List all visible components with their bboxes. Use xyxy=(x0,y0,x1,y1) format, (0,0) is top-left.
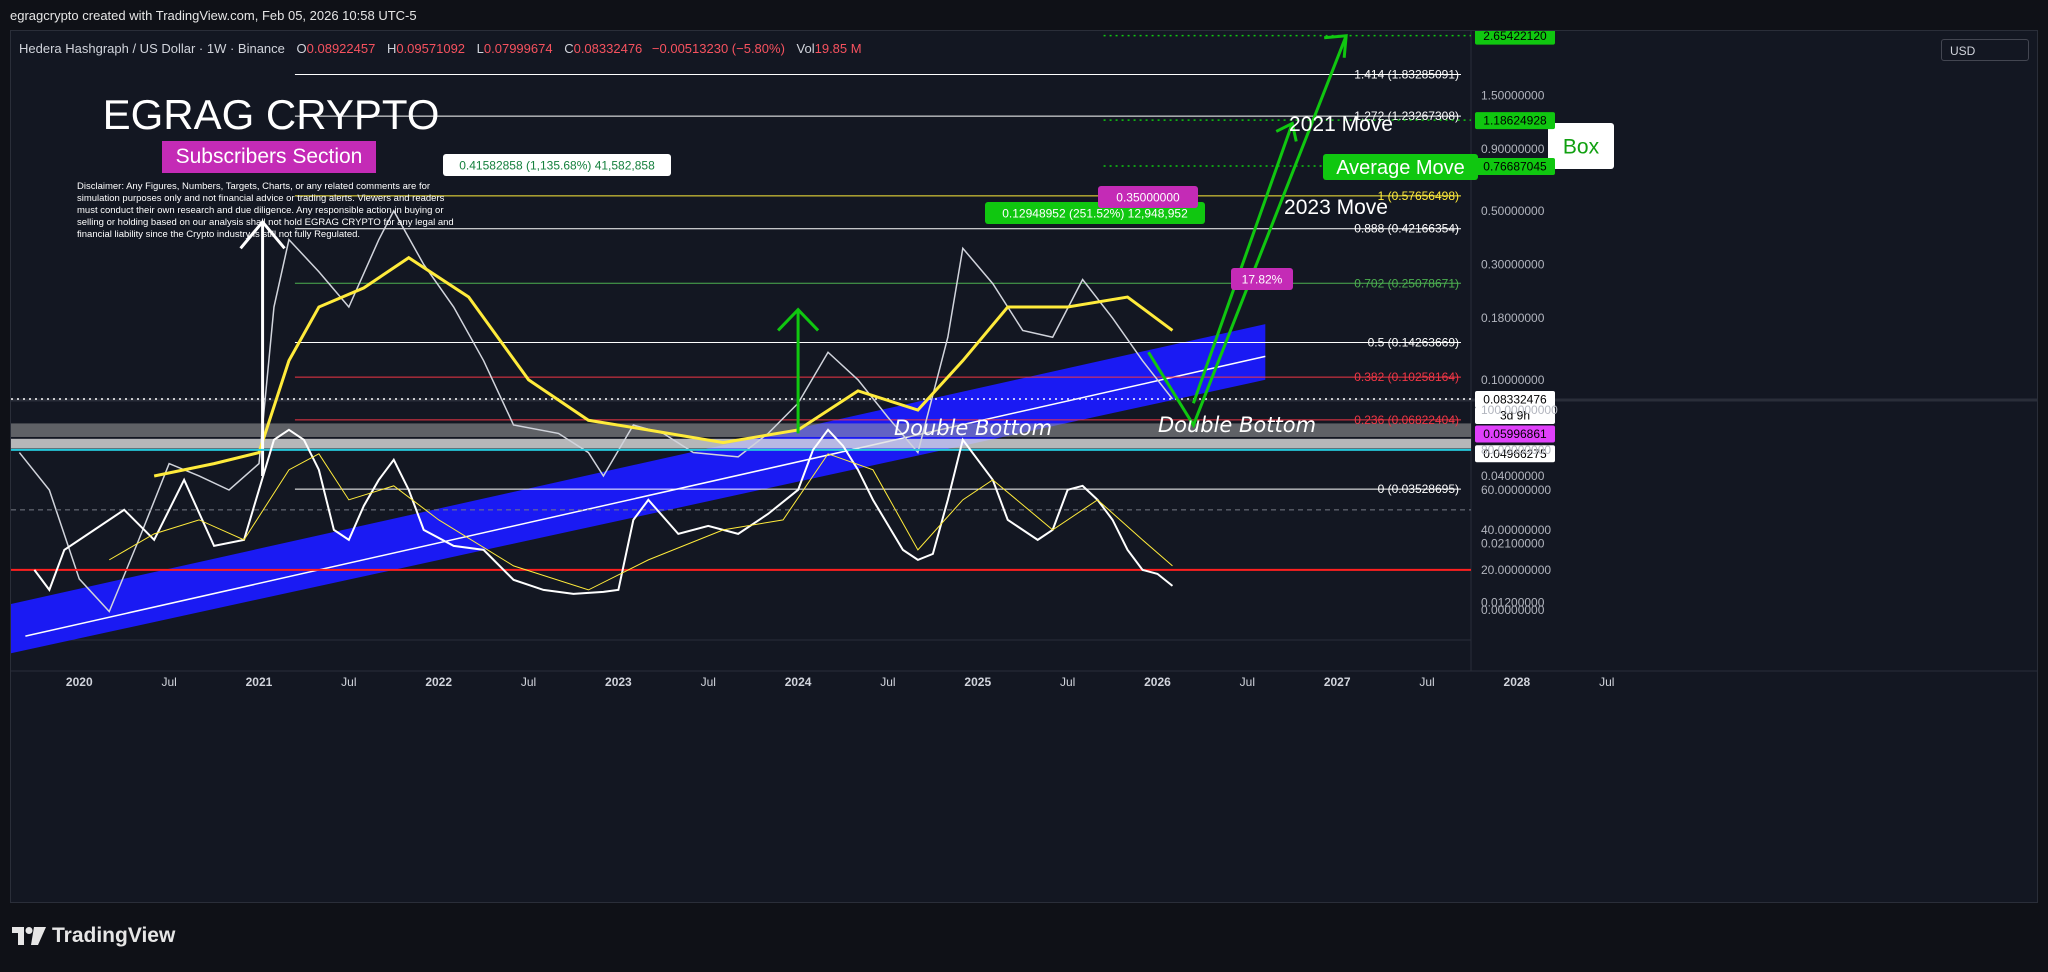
time-axis-tick: 2021 xyxy=(246,675,273,689)
measure-label-2021: 0.41582858 (1,135.68%) 41,582,858 xyxy=(459,158,655,172)
fib-level-label: 0.5 (0.14263669) xyxy=(1368,336,1459,350)
time-axis-tick: 2020 xyxy=(66,675,93,689)
price-axis-label: 1.18624928 xyxy=(1483,114,1547,128)
price-axis-tick: 0.50000000 xyxy=(1481,204,1545,218)
change-value: −0.00513230 (−5.80%) xyxy=(651,41,785,56)
low-label: L xyxy=(476,41,484,56)
price-axis-tick: 0.90000000 xyxy=(1481,142,1545,156)
annotation-double-bottom-1: Double Bottom xyxy=(894,416,1052,440)
time-axis-tick: Jul xyxy=(1240,675,1255,689)
price-axis-label: 0.76687045 xyxy=(1483,159,1547,173)
time-axis-tick: Jul xyxy=(880,675,895,689)
time-axis-tick: Jul xyxy=(1419,675,1434,689)
time-axis-tick: Jul xyxy=(1599,675,1614,689)
fib-level-label: 0.888 (0.42166354) xyxy=(1354,222,1459,236)
brand-title: EGRAG CRYPTO xyxy=(102,91,440,138)
symbol-label[interactable]: Hedera Hashgraph / US Dollar · 1W · Bina… xyxy=(19,41,285,56)
fib-level-label: 0.236 (0.06822404) xyxy=(1354,413,1459,427)
time-axis-tick: Jul xyxy=(1060,675,1075,689)
annotation-box: Box xyxy=(1563,136,1600,159)
time-axis-tick: 2023 xyxy=(605,675,632,689)
fib-level-label: 1 (0.57656498) xyxy=(1378,189,1459,203)
time-axis-tick: 2028 xyxy=(1504,675,1531,689)
high-value: 0.09571092 xyxy=(396,41,466,56)
volume-value: 19.85 M xyxy=(814,41,862,56)
price-axis-label: 0.05996861 xyxy=(1483,427,1547,441)
price-axis-label: 2.65422120 xyxy=(1483,31,1547,43)
annotation-average-move: Average Move xyxy=(1336,157,1465,179)
annotation-2023-move: 2023 Move xyxy=(1284,196,1388,219)
fib-level-label: 0.382 (0.10258164) xyxy=(1354,370,1459,384)
price-axis-tick: 0.18000000 xyxy=(1481,311,1545,325)
disclaimer-text: Disclaimer: Any Figures, Numbers, Target… xyxy=(77,181,454,240)
annotation-2021-move: 2021 Move xyxy=(1289,113,1393,136)
price-axis-tick: 0.30000000 xyxy=(1481,257,1545,271)
volume-label: Vol xyxy=(796,41,815,56)
price-axis-tick: 0.02100000 xyxy=(1481,537,1545,551)
open-value: 0.08922457 xyxy=(306,41,376,56)
rsi-axis-tick: 0.00000000 xyxy=(1481,603,1545,617)
tradingview-logo[interactable]: TradingView xyxy=(12,924,175,948)
time-axis-tick: Jul xyxy=(701,675,716,689)
measure-label-2024: 0.12948952 (251.52%) 12,948,952 xyxy=(1002,206,1188,220)
low-value: 0.07999674 xyxy=(483,41,553,56)
rsi-axis-tick: 40.00000000 xyxy=(1481,523,1551,537)
close-label: C xyxy=(564,41,574,56)
price-axis-tick: 1.50000000 xyxy=(1481,89,1545,103)
tradingview-logo-text: TradingView xyxy=(52,924,176,947)
measure-label-peak: 0.35000000 xyxy=(1116,190,1180,204)
time-axis-tick: 2026 xyxy=(1144,675,1171,689)
rsi-axis-tick: 60.00000000 xyxy=(1481,483,1551,497)
rsi-axis-tick: 100.00000000 xyxy=(1481,403,1558,417)
fib-level-label: 0.702 (0.25078671) xyxy=(1354,276,1459,290)
rsi-axis-tick: 20.00000000 xyxy=(1481,563,1551,577)
chart-header: Hedera Hashgraph / US Dollar · 1W · Bina… xyxy=(19,41,862,56)
support-channel xyxy=(11,324,1266,654)
time-axis-tick: 2025 xyxy=(964,675,991,689)
chart-panel[interactable]: 5.000000003.000000001.500000000.90000000… xyxy=(10,30,2038,903)
time-axis-tick: 2024 xyxy=(785,675,812,689)
measure-label-pct: 17.82% xyxy=(1242,272,1283,286)
chart-credit: egragcrypto created with TradingView.com… xyxy=(10,8,417,23)
annotation-double-bottom-2: Double Bottom xyxy=(1158,413,1316,437)
price-axis-tick: 0.04000000 xyxy=(1481,469,1545,483)
time-axis-tick: 2027 xyxy=(1324,675,1351,689)
rsi-axis-tick: 80.00000000 xyxy=(1481,443,1551,457)
fib-level-label: 0 (0.03528695) xyxy=(1378,482,1459,496)
time-axis-tick: Jul xyxy=(341,675,356,689)
time-axis-tick: Jul xyxy=(521,675,536,689)
price-axis-tick: 0.10000000 xyxy=(1481,373,1545,387)
tradingview-logo-icon xyxy=(12,927,46,945)
time-axis-tick: 2022 xyxy=(425,675,452,689)
subscribers-badge: Subscribers Section xyxy=(162,141,376,173)
open-label: O xyxy=(296,41,307,56)
currency-button[interactable]: USD xyxy=(1941,39,2029,61)
close-value: 0.08332476 xyxy=(573,41,643,56)
fib-level-label: 1.414 (1.83285091) xyxy=(1354,68,1459,82)
time-axis-tick: Jul xyxy=(161,675,176,689)
high-label: H xyxy=(386,41,397,56)
